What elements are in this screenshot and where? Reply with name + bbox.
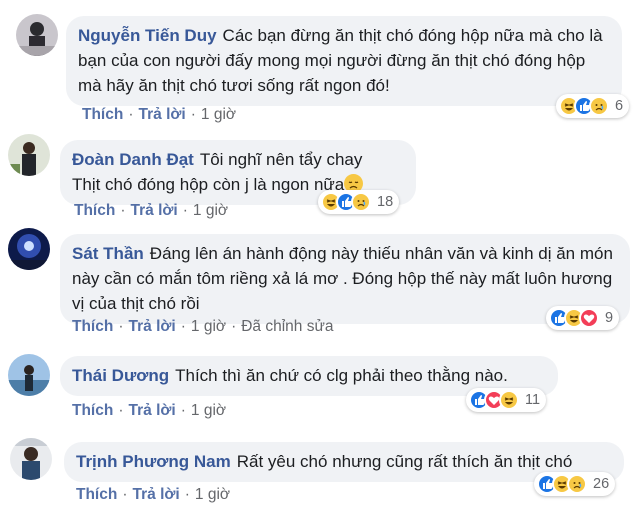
like-link[interactable]: Thích	[82, 106, 123, 123]
reply-link[interactable]: Trả lời	[129, 402, 176, 419]
like-link[interactable]: Thích	[72, 402, 113, 419]
comment-text: Thịt chó đóng hộp còn j là ngon nữa	[72, 175, 345, 194]
comment-time[interactable]: 1 giờ	[191, 402, 226, 419]
avatar[interactable]	[8, 228, 50, 270]
reactions-summary[interactable]: 18	[318, 190, 400, 214]
avatar[interactable]	[16, 14, 58, 56]
love-icon	[579, 308, 599, 328]
comment-author[interactable]: Đoàn Danh Đạt	[72, 150, 194, 169]
like-link[interactable]: Thích	[76, 486, 117, 503]
comment-bubble: Nguyễn Tiến Duy Các bạn đừng ăn thịt chó …	[66, 16, 622, 106]
reaction-count: 6	[615, 98, 624, 114]
reaction-count: 18	[377, 194, 394, 210]
comment-actions: Thích · Trả lời · 1 giờ	[72, 402, 227, 419]
comment-actions: Thích · Trả lời · 1 giờ · Đã chỉnh sửa	[72, 318, 334, 335]
haha-icon	[499, 390, 519, 410]
reaction-count: 26	[593, 476, 610, 492]
comment-text: Rất yêu chó nhưng cũng rất thích ăn thịt…	[236, 452, 573, 471]
reactions-summary[interactable]: 9	[546, 306, 620, 330]
like-link[interactable]: Thích	[72, 318, 113, 335]
comment-time[interactable]: 1 giờ	[193, 202, 228, 219]
reactions-summary[interactable]: 6	[556, 94, 630, 118]
sad-icon	[351, 192, 371, 212]
reply-link[interactable]: Trả lời	[133, 486, 180, 503]
reaction-count: 11	[525, 392, 541, 408]
comment-author[interactable]: Trịnh Phương Nam	[76, 452, 231, 471]
reactions-summary[interactable]: 11	[466, 388, 547, 412]
reaction-count: 9	[605, 310, 614, 326]
reply-link[interactable]: Trả lời	[129, 318, 176, 335]
comment-time[interactable]: 1 giờ	[191, 318, 226, 335]
comment-author[interactable]: Sát Thần	[72, 244, 144, 263]
comment-text: Tôi nghĩ nên tẩy chay	[199, 150, 363, 169]
comment-actions: Thích · Trả lời · 1 giờ	[76, 486, 231, 503]
avatar[interactable]	[8, 354, 50, 396]
reply-link[interactable]: Trả lời	[139, 106, 186, 123]
avatar[interactable]	[8, 134, 50, 176]
avatar[interactable]	[10, 438, 52, 480]
reply-link[interactable]: Trả lời	[131, 202, 178, 219]
sad-icon	[567, 474, 587, 494]
comment-time[interactable]: 1 giờ	[201, 106, 236, 123]
comment-actions: Thích · Trả lời · 1 giờ	[82, 106, 237, 123]
reactions-summary[interactable]: 26	[534, 472, 616, 496]
comment-actions: Thích · Trả lời · 1 giờ	[74, 202, 229, 219]
comment-author[interactable]: Thái Dương	[72, 366, 169, 385]
comment-bubble: Sát Thần Đáng lên án hành động này thiếu …	[60, 234, 630, 324]
comment-text: Đáng lên án hành động này thiếu nhân văn…	[72, 244, 613, 313]
comment-time[interactable]: 1 giờ	[195, 486, 230, 503]
like-link[interactable]: Thích	[74, 202, 115, 219]
comment-text: Thích thì ăn chứ có clg phải theo thằng …	[175, 366, 508, 385]
sad-icon	[589, 96, 609, 116]
edited-label[interactable]: Đã chỉnh sửa	[241, 318, 333, 335]
comment-author[interactable]: Nguyễn Tiến Duy	[78, 26, 217, 45]
